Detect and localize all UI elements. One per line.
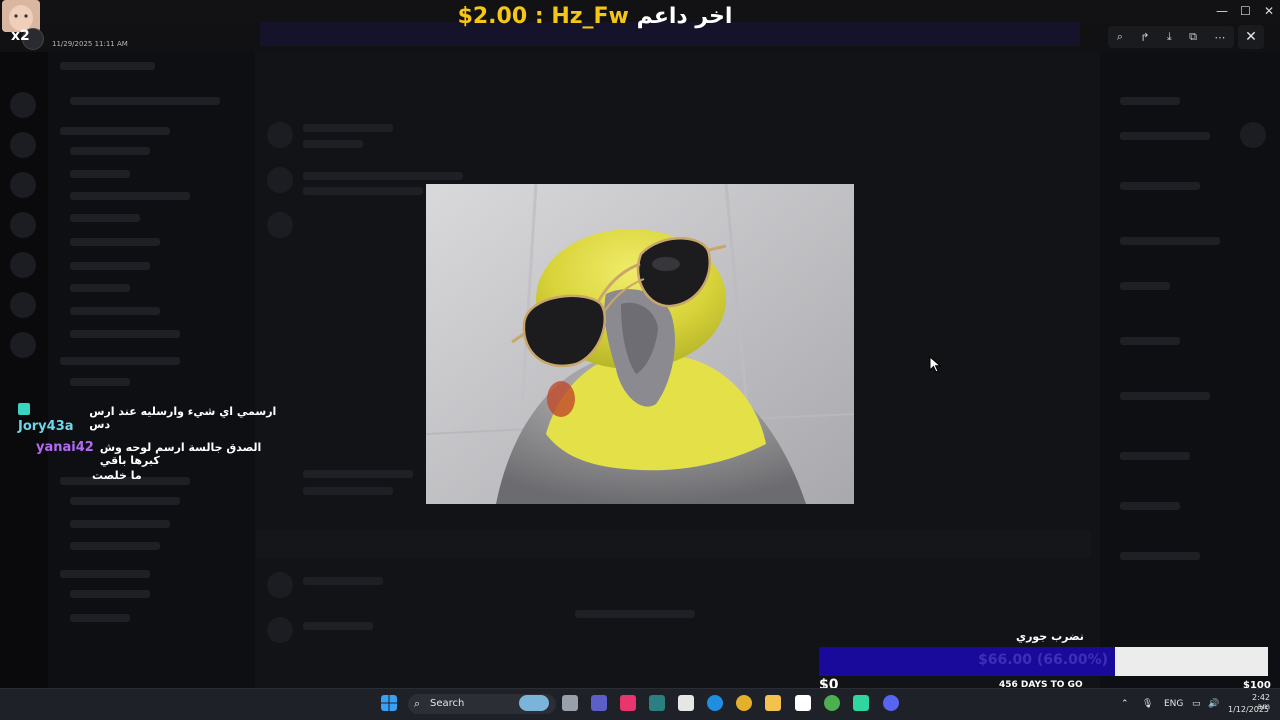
volume-icon[interactable]: 🔊 bbox=[1208, 699, 1219, 709]
goal-current-text: $66.00 (66.00%) bbox=[977, 652, 1108, 668]
app-icon[interactable] bbox=[649, 695, 665, 711]
taskbar-search-label: Search bbox=[430, 698, 465, 709]
minimize-icon[interactable]: — bbox=[1216, 4, 1228, 18]
share-icon[interactable]: ↱ bbox=[1140, 31, 1149, 44]
multiplier-badge: x2 bbox=[11, 28, 30, 44]
zoom-icon[interactable]: ⌕ bbox=[1117, 30, 1123, 44]
edge-icon[interactable] bbox=[707, 695, 723, 711]
image-viewer-toolbar: ⌕ ↱ ⤓ ⧉ ⋯ bbox=[1108, 26, 1234, 48]
donation-donor: Hz_Fw bbox=[551, 4, 629, 29]
open-external-icon[interactable]: ⧉ bbox=[1189, 30, 1197, 44]
language-indicator[interactable]: ENG bbox=[1164, 699, 1183, 709]
server-rail-background bbox=[0, 52, 48, 688]
goal-title: نضرب جوري bbox=[1016, 630, 1084, 643]
parrot-sunglasses-image bbox=[426, 184, 854, 504]
chat-username: Jory43a bbox=[18, 403, 83, 434]
overlay-datetime: 11/29/2025 11:11 AM bbox=[52, 40, 128, 48]
screen: — ☐ ✕ $2.00 : Hz_Fw اخر داعم x2 11/29/20… bbox=[0, 0, 1280, 720]
discord-icon[interactable] bbox=[883, 695, 899, 711]
task-view-icon[interactable] bbox=[562, 695, 578, 711]
member-list-background bbox=[1100, 52, 1280, 688]
obs-icon[interactable] bbox=[678, 695, 694, 711]
window-close-icon[interactable]: ✕ bbox=[1264, 4, 1274, 18]
download-icon[interactable]: ⤓ bbox=[1167, 30, 1172, 44]
microphone-icon[interactable]: 🎙 bbox=[1142, 699, 1153, 709]
capcut-icon[interactable] bbox=[620, 695, 636, 711]
network-icon[interactable]: ▭ bbox=[1192, 699, 1201, 709]
teams-icon[interactable] bbox=[591, 695, 607, 711]
app-green-icon[interactable] bbox=[853, 695, 869, 711]
close-icon: ✕ bbox=[1245, 29, 1257, 45]
taskbar bbox=[0, 688, 1280, 720]
donation-label: اخر داعم bbox=[636, 4, 733, 29]
chat-message: Jory43a ارسمي اي شيء وارسليه عند ارس دس bbox=[18, 403, 288, 434]
donation-separator: : bbox=[534, 4, 544, 29]
chat-text-continuation: ما خلصت bbox=[92, 469, 142, 482]
chat-text: ارسمي اي شيء وارسليه عند ارس دس bbox=[89, 405, 277, 431]
weather-widget-icon[interactable] bbox=[519, 695, 549, 711]
search-icon: ⌕ bbox=[414, 697, 421, 710]
windows-start-icon[interactable] bbox=[381, 695, 397, 711]
file-explorer-icon[interactable] bbox=[765, 695, 781, 711]
last-donation-banner: $2.00 : Hz_Fw اخر داعم bbox=[0, 4, 1190, 29]
notepad-icon[interactable] bbox=[795, 695, 811, 711]
tray-chevron-icon[interactable]: ⌃ bbox=[1121, 699, 1129, 709]
message-input-background bbox=[256, 530, 1091, 558]
chrome-profile-icon[interactable] bbox=[824, 695, 840, 711]
chat-message: yanai42 الصدق جالسة ارسم لوحه وش كبرها ب… bbox=[18, 440, 288, 467]
viewer-close-button[interactable]: ✕ bbox=[1238, 25, 1264, 49]
more-icon[interactable]: ⋯ bbox=[1214, 31, 1225, 44]
donation-amount: $2.00 bbox=[457, 4, 528, 29]
goal-progress-bar: $66.00 (66.00%) bbox=[819, 647, 1268, 676]
mouse-cursor-icon bbox=[929, 356, 941, 373]
taskbar-date[interactable]: 1/12/2025 bbox=[1228, 705, 1269, 714]
stream-chat-overlay: Jory43a ارسمي اي شيء وارسليه عند ارس دس … bbox=[18, 403, 288, 482]
maximize-icon[interactable]: ☐ bbox=[1240, 4, 1251, 18]
chat-username: yanai42 bbox=[36, 440, 94, 455]
chrome-icon[interactable] bbox=[736, 695, 752, 711]
subscriber-badge-icon bbox=[18, 403, 30, 415]
chat-text: الصدق جالسة ارسم لوحه وش كبرها باقي bbox=[99, 441, 262, 467]
